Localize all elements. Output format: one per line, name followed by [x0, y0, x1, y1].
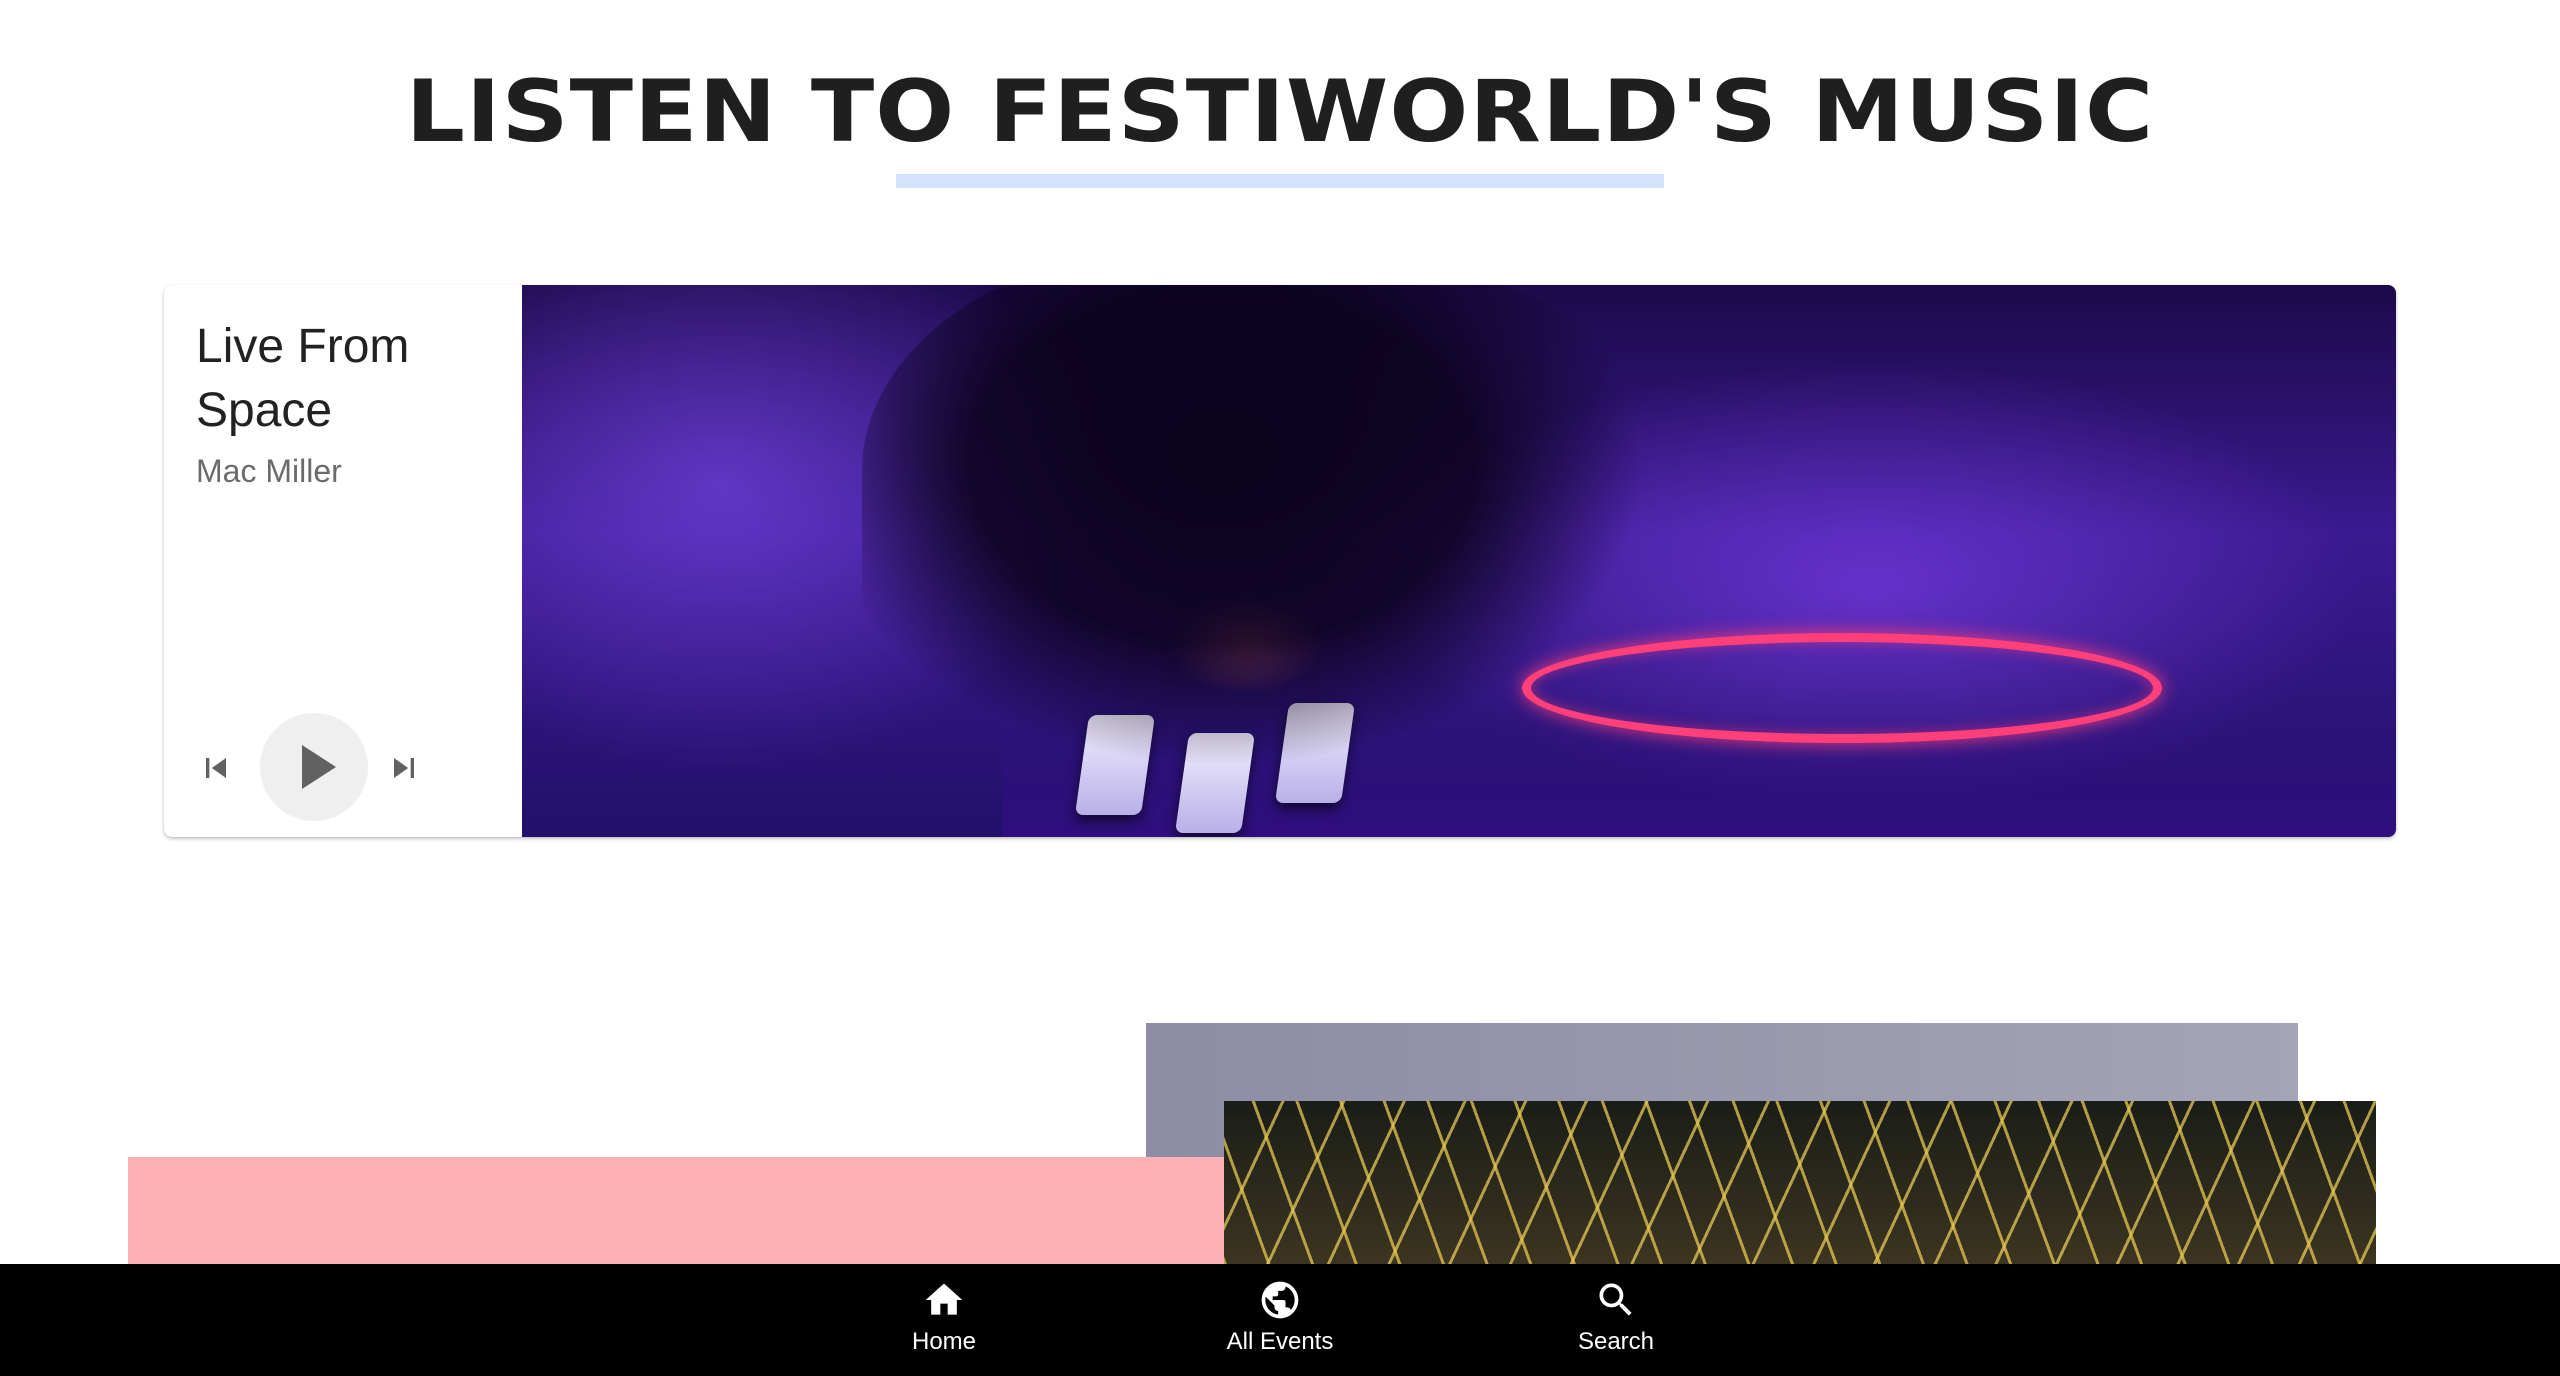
nav-all-events-label: All Events [1226, 1328, 1334, 1355]
bottom-navigation: Home All Events Search [0, 1264, 2560, 1376]
globe-icon [1261, 1281, 1299, 1319]
page-title: LISTEN TO FESTIWORLD'S MUSIC [405, 62, 2155, 162]
player-info: Live From Space Mac Miller [164, 285, 522, 837]
nav-home[interactable]: Home [834, 1264, 1054, 1376]
play-icon [302, 745, 336, 789]
player-controls [196, 713, 516, 823]
music-player-card: Live From Space Mac Miller [164, 285, 2396, 837]
skip-next-button[interactable] [384, 748, 424, 788]
album-art [522, 285, 2396, 837]
title-underline [896, 174, 1664, 188]
nav-all-events[interactable]: All Events [1170, 1264, 1390, 1376]
skip-previous-icon [206, 758, 226, 778]
track-artist: Mac Miller [196, 453, 342, 489]
skip-previous-button[interactable] [196, 748, 236, 788]
track-title: Live From Space [196, 320, 410, 437]
play-button[interactable] [260, 713, 368, 821]
dj-hand [862, 285, 1762, 837]
nav-search[interactable]: Search [1506, 1264, 1726, 1376]
home-icon [925, 1283, 963, 1315]
nav-home-label: Home [911, 1328, 977, 1355]
skip-next-icon [394, 758, 414, 778]
search-icon [1599, 1283, 1632, 1316]
nav-search-label: Search [1577, 1328, 1655, 1355]
